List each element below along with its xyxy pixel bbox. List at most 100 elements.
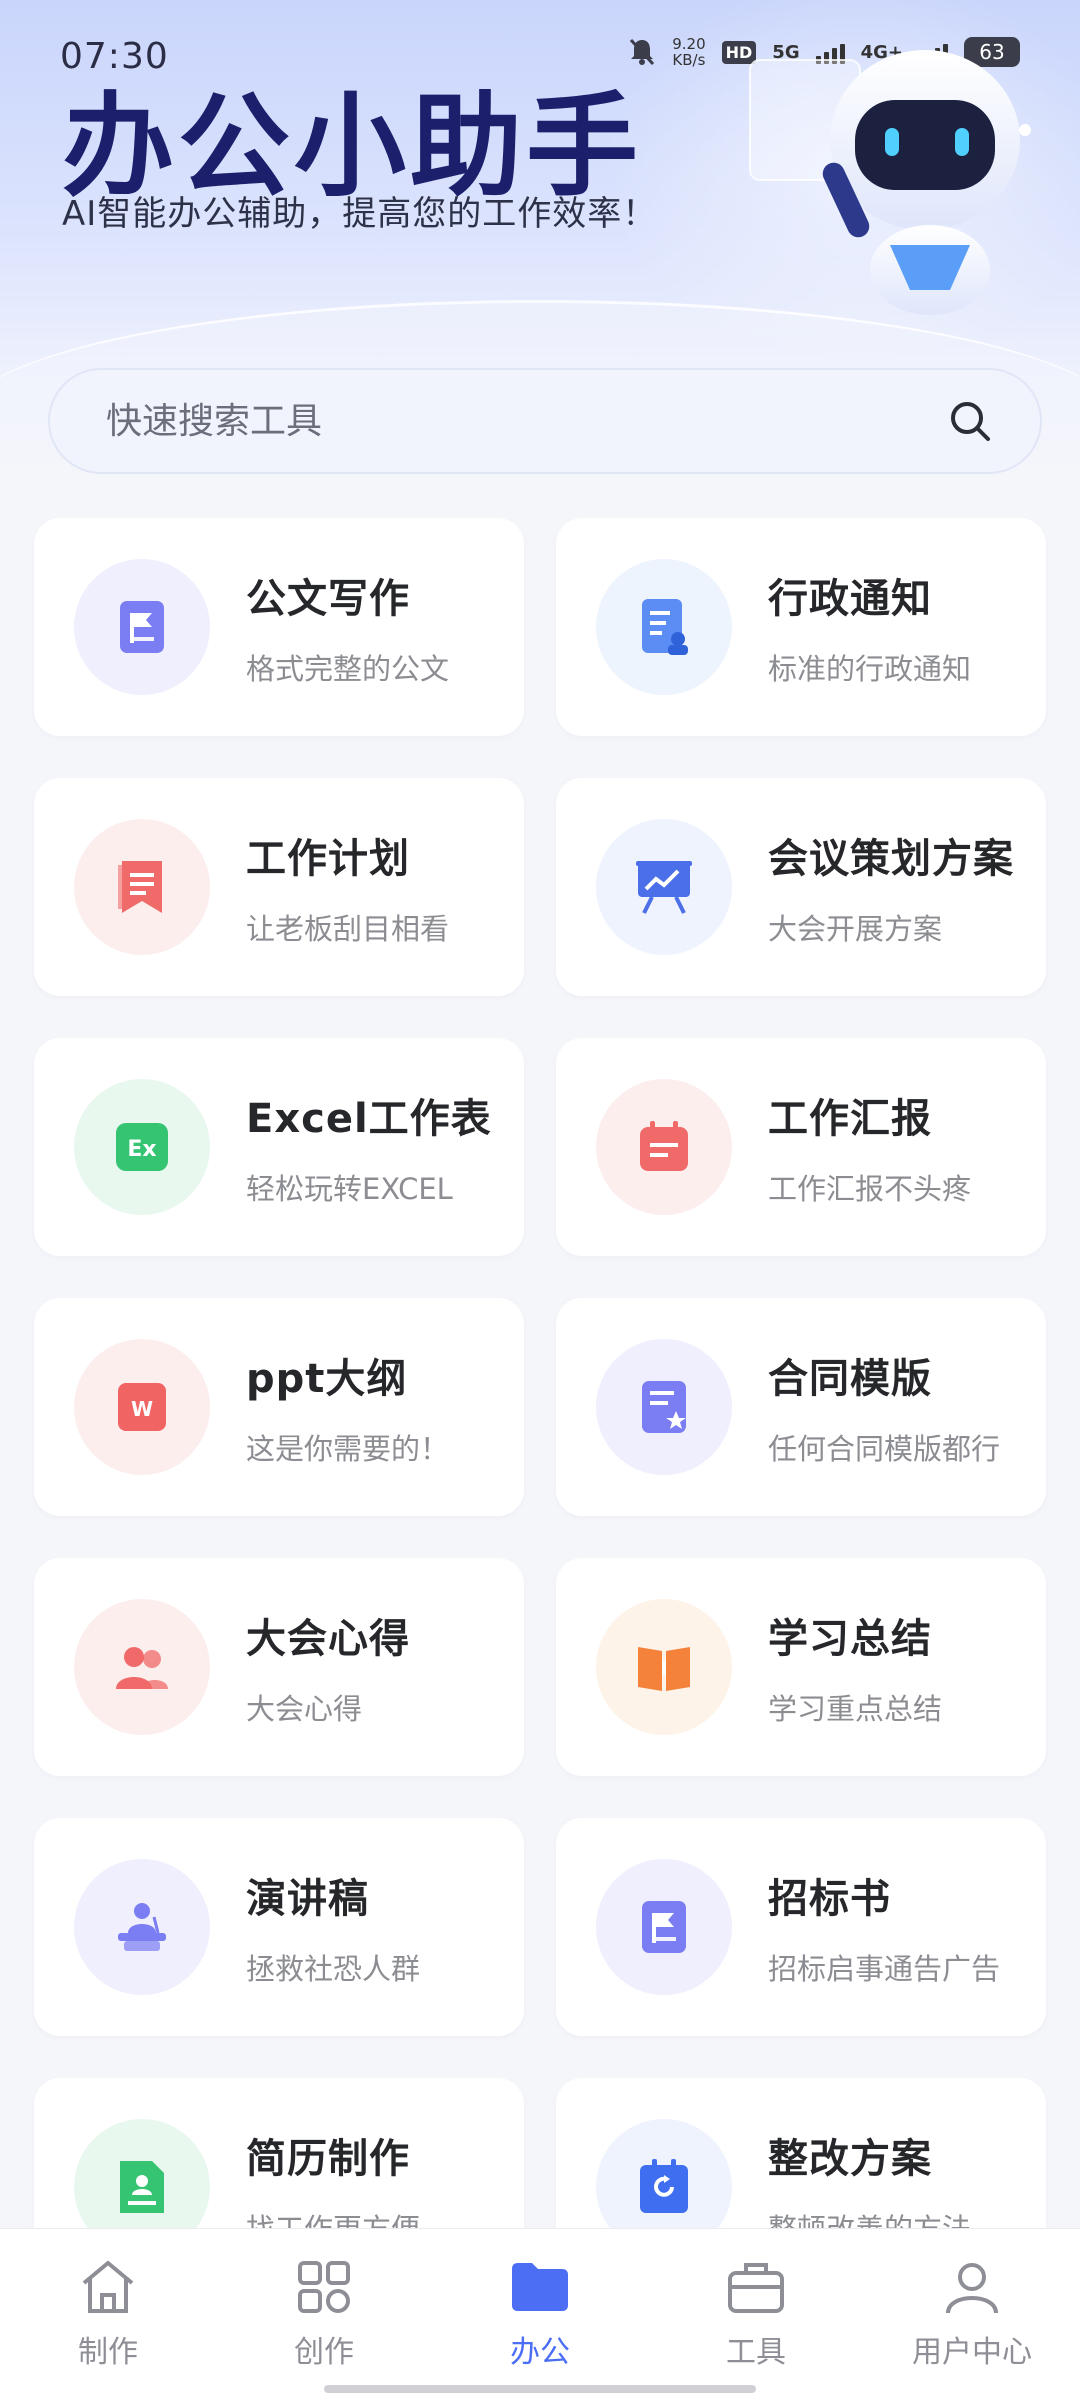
tool-desc: 轻松玩转EXCEL — [246, 1172, 453, 1206]
tool-title: 工作汇报 — [768, 1096, 932, 1142]
tool-card[interactable]: 演讲稿 拯救社恐人群 — [34, 1818, 524, 2036]
tab-label: 创作 — [294, 2335, 354, 2370]
tool-icon-badge — [74, 1599, 210, 1735]
folder-icon — [512, 2263, 568, 2311]
robot-mascot-icon — [749, 50, 1031, 315]
home-indicator[interactable] — [324, 2385, 756, 2393]
tool-title: 会议策划方案 — [768, 836, 1014, 882]
tool-text: 会议策划方案 大会开展方案 — [768, 826, 1014, 948]
tool-card[interactable]: 工作汇报工作汇报不头疼 — [556, 1038, 1046, 1256]
notice-doc-icon — [642, 599, 688, 655]
tool-title: 整改方案 — [768, 2136, 932, 2182]
tool-title: 大会心得 — [246, 1616, 410, 1662]
tab-label: 制作 — [78, 2335, 138, 2370]
tool-desc: 标准的行政通知 — [768, 652, 972, 686]
tool-desc: 这是你需要的！ — [246, 1432, 450, 1466]
tool-card[interactable]: Ex Excel工作表轻松玩转EXCEL — [34, 1038, 524, 1256]
search-icon[interactable] — [946, 397, 994, 445]
search-input[interactable] — [106, 400, 946, 442]
tool-desc: 让老板刮目相看 — [246, 912, 450, 946]
bookmark-icon — [118, 861, 162, 913]
tab-folder[interactable]: 办公 — [432, 2229, 648, 2400]
book-icon — [638, 1647, 690, 1691]
tool-desc: 格式完整的公文 — [246, 652, 450, 686]
briefcase-icon — [728, 2263, 784, 2313]
people-icon — [116, 1647, 168, 1689]
tab-grid[interactable]: 创作 — [216, 2229, 432, 2400]
tool-card[interactable]: 公文写作格式完整的公文 — [34, 518, 524, 736]
tool-desc: 拯救社恐人群 — [246, 1952, 421, 1986]
tool-icon-badge — [596, 1079, 732, 1215]
tool-title: 演讲稿 — [246, 1876, 369, 1922]
tool-text: 行政通知标准的行政通知 — [768, 566, 971, 688]
tool-text: 学习总结学习重点总结 — [768, 1606, 942, 1728]
tab-home[interactable]: 制作 — [0, 2229, 216, 2400]
tool-title: Excel工作表 — [246, 1096, 492, 1142]
tool-card[interactable]: 学习总结学习重点总结 — [556, 1558, 1046, 1776]
tool-icon-badge: W — [74, 1339, 210, 1475]
tool-text: 招标书招标启事通告广告 — [768, 1866, 1000, 1988]
net-speed-value: 9.20 — [672, 35, 706, 53]
tool-title: 行政通知 — [768, 576, 932, 622]
tool-desc: 招标启事通告广告 — [768, 1952, 1001, 1986]
contract-icon — [642, 1381, 686, 1433]
tool-card[interactable]: 大会心得 大会心得 — [34, 1558, 524, 1776]
tool-text: 工作计划让老板刮目相看 — [246, 826, 449, 948]
tool-text: 合同模版任何合同模版都行 — [768, 1346, 1000, 1468]
tool-text: 公文写作格式完整的公文 — [246, 566, 449, 688]
tool-card[interactable]: 工作计划让老板刮目相看 — [34, 778, 524, 996]
resume-icon — [120, 2161, 164, 2213]
ppt-icon: W — [118, 1383, 166, 1431]
tool-desc: 学习重点总结 — [768, 1692, 943, 1726]
tool-title: 工作计划 — [246, 836, 410, 882]
user-icon — [946, 2263, 998, 2314]
tool-title: ppt大纲 — [246, 1356, 408, 1402]
svg-text:Ex: Ex — [127, 1137, 156, 1162]
tool-card[interactable]: 行政通知标准的行政通知 — [556, 518, 1046, 736]
flag-doc-icon — [120, 601, 164, 653]
tool-icon-badge — [596, 1859, 732, 1995]
tool-title: 招标书 — [768, 1876, 891, 1922]
tool-text: Excel工作表轻松玩转EXCEL — [246, 1086, 492, 1208]
tool-title: 学习总结 — [768, 1616, 932, 1662]
refresh-doc-icon — [640, 2159, 688, 2213]
tab-label: 工具 — [726, 2335, 786, 2370]
tool-icon-badge — [596, 819, 732, 955]
report-icon — [640, 1121, 688, 1171]
bottom-nav: 制作 创作 办公 工具 用户中心 — [0, 2228, 1080, 2400]
tool-icon-badge — [596, 1599, 732, 1735]
home-icon — [82, 2261, 134, 2313]
search-bar[interactable] — [48, 368, 1042, 474]
tab-label: 办公 — [510, 2335, 570, 2370]
tool-desc: 任何合同模版都行 — [768, 1432, 1001, 1466]
tab-briefcase[interactable]: 工具 — [648, 2229, 864, 2400]
tool-icon-badge — [596, 1339, 732, 1475]
tool-title: 简历制作 — [246, 2136, 410, 2182]
tool-card[interactable]: 会议策划方案 大会开展方案 — [556, 778, 1046, 996]
tool-card[interactable]: Wppt大纲这是你需要的！ — [34, 1298, 524, 1516]
net-speed: 9.20 KB/s — [672, 36, 705, 68]
grid-icon — [298, 2261, 350, 2313]
tab-user[interactable]: 用户中心 — [864, 2229, 1080, 2400]
net-speed-unit: KB/s — [672, 51, 706, 69]
tool-text: 工作汇报工作汇报不头疼 — [768, 1086, 971, 1208]
tool-card[interactable]: 招标书招标启事通告广告 — [556, 1818, 1046, 2036]
tool-icon-badge — [596, 559, 732, 695]
tool-desc: 大会心得 — [246, 1692, 363, 1726]
tool-title: 合同模版 — [768, 1356, 932, 1402]
tool-icon-badge — [74, 559, 210, 695]
tool-grid: 公文写作 格式完整的公文 行政通知 标准的行政通知 工作计划 让老板刮目相看 会议策划方案大… — [34, 518, 1046, 2296]
presentation-icon — [636, 861, 692, 914]
tool-text: 大会心得 大会心得 — [246, 1606, 410, 1728]
tool-desc: 工作汇报不头疼 — [768, 1172, 972, 1206]
tool-icon-badge: Ex — [74, 1079, 210, 1215]
excel-icon: Ex — [116, 1123, 168, 1171]
svg-text:W: W — [131, 1397, 153, 1421]
tab-label: 用户中心 — [912, 2335, 1032, 2370]
speaker-icon — [118, 1903, 166, 1951]
tool-icon-badge — [74, 1859, 210, 1995]
tool-card[interactable]: 合同模版任何合同模版都行 — [556, 1298, 1046, 1516]
page-subtitle: AI智能办公辅助，提高您的工作效率！ — [62, 194, 658, 234]
tool-icon-badge — [74, 819, 210, 955]
tool-title: 公文写作 — [246, 576, 410, 622]
